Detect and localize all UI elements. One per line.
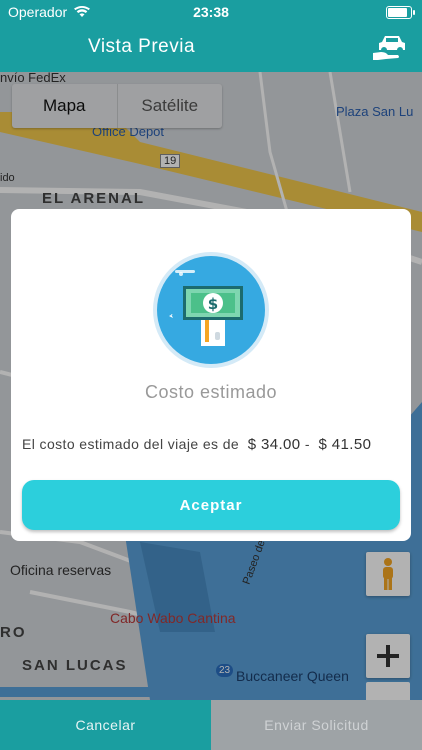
cost-estimate-dialog: $ Costo estimado El costo estimado del v…: [11, 209, 411, 541]
estimate-description: El costo estimado del viaje es de $ 34.0…: [22, 436, 371, 453]
status-bar: Operador 23:38: [0, 0, 422, 24]
money-bill-sign-icon: $: [153, 252, 269, 368]
price-min: $ 34.00: [247, 436, 301, 453]
dialog-title: Costo estimado: [144, 382, 278, 402]
price-max: $ 41.50: [318, 436, 372, 453]
send-request-button[interactable]: Enviar Solicitud: [211, 700, 422, 750]
price-separator: -: [304, 436, 310, 452]
clock: 23:38: [193, 4, 229, 20]
svg-text:$: $: [208, 295, 218, 313]
car-hand-icon[interactable]: [372, 33, 408, 68]
page-title: Vista Previa: [88, 36, 196, 57]
navigation-bar: Vista Previa: [0, 24, 422, 72]
bottom-action-bar: Cancelar Enviar Solicitud: [0, 700, 422, 750]
estimate-prefix: El costo estimado del viaje es de: [22, 436, 240, 452]
battery-icon: [386, 6, 415, 19]
accept-button[interactable]: Aceptar: [22, 480, 400, 530]
cancel-button[interactable]: Cancelar: [0, 700, 211, 750]
